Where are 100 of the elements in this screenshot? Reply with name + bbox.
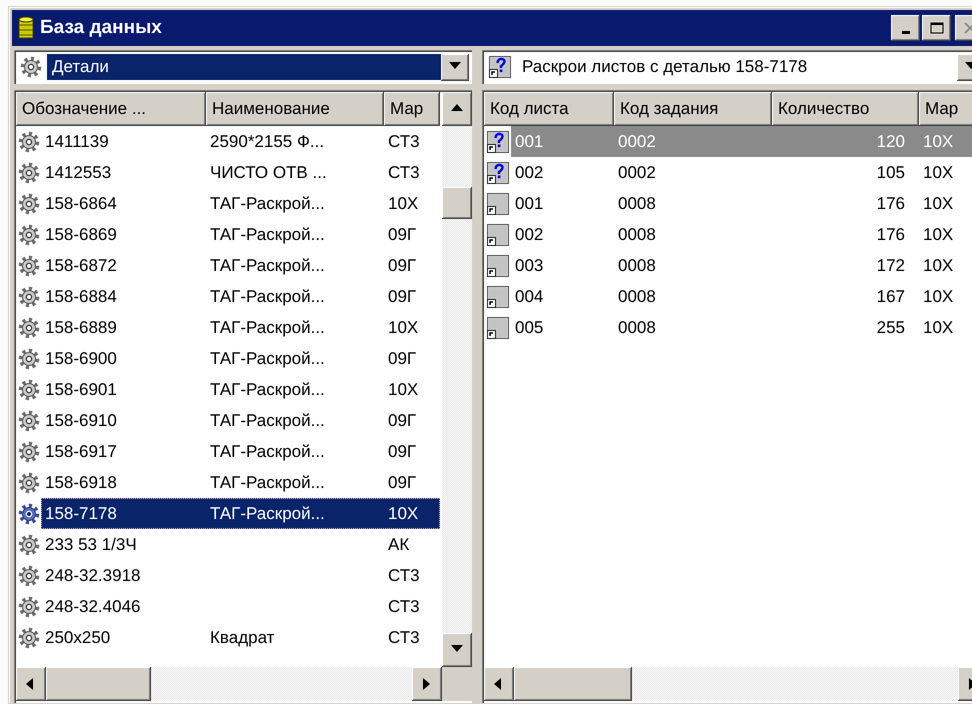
scroll-right-button[interactable]	[412, 667, 442, 701]
column-header[interactable]: Мар	[919, 92, 972, 126]
table-cell-text: 10Х	[387, 380, 420, 400]
column-header[interactable]: Количество	[772, 92, 919, 126]
table-cell-text: 10Х	[922, 194, 954, 214]
maximize-icon	[930, 22, 944, 34]
table-cell-text: ТАГ-Раскрой...	[209, 442, 326, 462]
list-row[interactable]: 233 53 1/3Ч АК	[41, 529, 440, 560]
table-cell-text: 10Х	[922, 256, 954, 276]
table-cell-text: 158-6917	[44, 442, 118, 462]
table-cell-text: 105	[876, 162, 906, 182]
list-row[interactable]: 158-6869 ТАГ-Раскрой... 09Г	[41, 219, 440, 250]
category-dropdown[interactable]: Детали	[14, 50, 472, 84]
table-cell-text: 1411139	[44, 132, 110, 152]
column-header[interactable]: Код задания	[614, 92, 772, 126]
table-cell-text: 158-6869	[44, 224, 118, 244]
vertical-scrollbar[interactable]	[442, 92, 472, 667]
gear-icon	[18, 410, 40, 432]
table-cell-text: 158-6889	[44, 318, 118, 338]
table-cell-text: ТАГ-Раскрой...	[209, 504, 326, 524]
gear-icon	[18, 596, 40, 618]
gear-icon	[18, 254, 40, 276]
list-row[interactable]: 001 0008 176 10Х	[511, 188, 972, 219]
scroll-thumb[interactable]	[46, 667, 151, 701]
column-header[interactable]: Наименование	[206, 92, 384, 126]
list-row[interactable]: 248-32.3918 СТ3	[41, 560, 440, 591]
scroll-left-button[interactable]	[16, 667, 46, 701]
sheet-icon	[486, 316, 510, 340]
table-cell-text: 120	[876, 132, 906, 152]
list-row[interactable]: 158-6901 ТАГ-Раскрой... 10Х	[41, 374, 440, 405]
table-cell-text: 0008	[617, 224, 657, 244]
scroll-thumb[interactable]	[442, 187, 472, 219]
list-row[interactable]: 003 0008 172 10Х	[511, 250, 972, 281]
sheet-icon	[486, 284, 510, 308]
scroll-thumb[interactable]	[514, 667, 632, 701]
gear-icon	[18, 348, 40, 370]
dropdown-button[interactable]	[441, 54, 469, 80]
table-cell-text: 176	[876, 224, 906, 244]
list-row[interactable]: 158-6900 ТАГ-Раскрой... 09Г	[41, 343, 440, 374]
column-header[interactable]: Мар	[384, 92, 440, 126]
list-row[interactable]: 158-6872 ТАГ-Раскрой... 09Г	[41, 250, 440, 281]
list-row[interactable]: 248-32.4046 СТ3	[41, 591, 440, 622]
list-row[interactable]: 158-6917 ТАГ-Раскрой... 09Г	[41, 436, 440, 467]
maximize-button[interactable]	[922, 15, 951, 41]
scroll-left-button[interactable]	[484, 667, 514, 701]
list-row[interactable]: 1411139 2590*2155 Ф... СТ3	[41, 126, 440, 157]
table-cell-text: 158-6864	[44, 194, 118, 214]
list-row[interactable]: 158-6918 ТАГ-Раскрой... 09Г	[41, 467, 440, 498]
list-row[interactable]: 158-6884 ТАГ-Раскрой... 09Г	[41, 281, 440, 312]
sheet-icon	[486, 192, 510, 216]
list-row[interactable]: 002 0008 176 10Х	[511, 219, 972, 250]
table-cell-text: 09Г	[387, 224, 418, 244]
gear-icon	[18, 224, 40, 246]
minimize-icon	[902, 31, 910, 34]
column-header[interactable]: Обозначение ...	[16, 92, 206, 126]
table-cell-text: Квадрат	[209, 628, 276, 648]
sheet-question-icon	[486, 130, 510, 154]
list-row[interactable]: 004 0008 167 10Х	[511, 281, 972, 312]
table-cell-text: 172	[876, 256, 906, 276]
table-cell-text: СТ3	[387, 596, 421, 616]
gear-icon	[18, 472, 40, 494]
close-icon	[964, 22, 972, 34]
list-row[interactable]: 250x250 Квадрат СТ3	[41, 622, 440, 653]
dropdown-value: Детали	[47, 54, 441, 80]
minimize-button[interactable]	[891, 15, 920, 41]
list-row[interactable]: 158-6889 ТАГ-Раскрой... 10Х	[41, 312, 440, 343]
list-row[interactable]: 005 0008 255 10Х	[511, 312, 972, 343]
view-dropdown[interactable]: Раскрои листов с деталью 158-7178	[482, 50, 972, 84]
table-cell-text: 158-6918	[44, 472, 118, 492]
table-cell-text: 0008	[617, 256, 657, 276]
table-cell-text: СТ3	[387, 162, 421, 182]
table-cell-text: 158-6872	[44, 256, 118, 276]
horizontal-scrollbar[interactable]	[484, 667, 972, 701]
table-cell-text: 003	[514, 256, 544, 276]
table-cell-text: 10Х	[922, 318, 954, 338]
table-cell-text: 10Х	[922, 162, 954, 182]
table-cell-text: 10Х	[922, 286, 954, 306]
list-row[interactable]: 158-7178 ТАГ-Раскрой... 10Х	[41, 498, 440, 529]
table-cell-text: 176	[876, 194, 906, 214]
table-cell-text: 0002	[617, 132, 657, 152]
table-cell-text: 001	[514, 132, 544, 152]
table-cell-text: 167	[876, 286, 906, 306]
column-header[interactable]: Код листа	[484, 92, 614, 126]
table-cell-text: 002	[514, 162, 544, 182]
list-row[interactable]: 158-6864 ТАГ-Раскрой... 10Х	[41, 188, 440, 219]
table-cell-text: 248-32.3918	[44, 566, 142, 586]
database-icon	[18, 16, 34, 40]
scroll-up-button[interactable]	[442, 92, 472, 126]
table-cell-text: 2590*2155 Ф...	[209, 132, 326, 152]
list-row[interactable]: 1412553 ЧИСТО ОТВ ... СТ3	[41, 157, 440, 188]
list-row[interactable]: 002 0002 105 10Х	[511, 157, 972, 188]
table-cell-text: 09Г	[387, 286, 418, 306]
table-cell-text: 002	[514, 224, 544, 244]
horizontal-scrollbar[interactable]	[16, 667, 442, 701]
table-cell-text: ЧИСТО ОТВ ...	[209, 162, 328, 182]
scroll-down-button[interactable]	[442, 633, 472, 667]
list-row[interactable]: 158-6910 ТАГ-Раскрой... 09Г	[41, 405, 440, 436]
table-cell-text: 0008	[617, 286, 657, 306]
sheet-icon	[486, 222, 510, 246]
table-cell-text: 0008	[617, 318, 657, 338]
